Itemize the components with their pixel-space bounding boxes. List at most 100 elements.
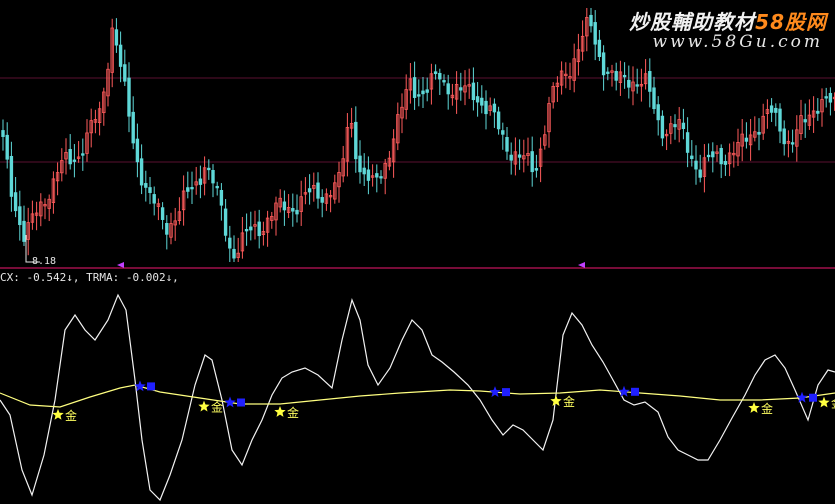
candle-body — [828, 92, 833, 103]
signal-star-icon — [618, 385, 630, 397]
signal-gold: 金 — [198, 400, 223, 415]
candle-body — [656, 104, 660, 121]
series-line-cx — [0, 293, 835, 502]
signal-blue — [618, 385, 639, 397]
candle-body — [606, 71, 610, 74]
signal-label: 金 — [287, 405, 299, 420]
signal-star-icon — [274, 406, 286, 417]
candle-body — [114, 29, 119, 46]
signal-star-icon — [489, 386, 501, 397]
candle-body — [438, 72, 442, 80]
candle-body — [757, 131, 761, 135]
signal-blue — [489, 386, 510, 397]
signal-blue-box — [147, 382, 155, 391]
signal-star-icon — [818, 396, 830, 408]
candle-body — [471, 82, 476, 101]
signal-gold: 金 — [748, 401, 773, 416]
series-line-trma — [0, 384, 835, 408]
candle-body — [774, 107, 778, 113]
candle-body — [412, 77, 417, 98]
grid-lines — [0, 77, 835, 163]
candle-body — [211, 169, 215, 184]
price-low-label: 8.18 — [32, 256, 57, 267]
candle-body — [160, 207, 165, 220]
candle-body — [228, 237, 232, 249]
marker-triangle — [117, 262, 124, 268]
signal-star-icon — [224, 396, 236, 408]
signal-blue-box — [809, 393, 817, 402]
signal-gold: 金 — [818, 396, 835, 411]
candle-body — [723, 161, 728, 165]
candle-body — [9, 155, 14, 197]
candle-body — [366, 169, 371, 181]
candle-body — [685, 132, 690, 153]
candle-body — [13, 192, 18, 212]
candle-body — [282, 201, 287, 211]
signal-blue-box — [502, 388, 510, 397]
candle-body — [778, 108, 782, 132]
candle-body — [614, 70, 618, 81]
candle-body — [123, 64, 127, 82]
signal-blue-box — [631, 387, 639, 396]
signal-label: 金 — [211, 400, 223, 415]
candle-body — [475, 96, 480, 103]
candle-body — [127, 77, 131, 117]
candle-body — [320, 197, 324, 203]
signal-blue — [224, 396, 245, 408]
candle-body — [81, 153, 85, 156]
candle-body — [433, 71, 438, 75]
signal-label: 金 — [65, 408, 77, 423]
candle-body — [207, 167, 211, 171]
candle-body — [706, 154, 711, 158]
candle-body — [18, 206, 22, 226]
candle-body — [769, 105, 774, 113]
indicator-lines — [0, 293, 835, 502]
candle-body — [673, 124, 677, 128]
candle-body — [295, 209, 299, 215]
candle-body — [5, 134, 9, 160]
candle-body — [501, 130, 505, 135]
candle-body — [118, 44, 123, 67]
candle-body — [152, 194, 156, 204]
watermark-url: www.58Gu.com — [652, 32, 823, 52]
watermark-title-accent: 58股网 — [755, 10, 827, 34]
candle-body — [148, 187, 152, 193]
watermark-title: 炒股輔助教材58股网 — [629, 6, 827, 35]
candle-body — [459, 87, 463, 91]
candle-body — [484, 100, 488, 115]
candle-body — [660, 115, 665, 139]
candle-body — [354, 121, 358, 160]
candle-body — [694, 160, 698, 170]
candle-body — [425, 89, 429, 93]
candle-body — [530, 151, 534, 173]
candle-body — [190, 187, 194, 190]
candle-body — [719, 147, 723, 165]
candle-body — [622, 74, 627, 78]
candle-body — [139, 158, 144, 186]
candle-body — [816, 110, 820, 114]
signal-gold: 金 — [274, 405, 299, 420]
candle-body — [803, 119, 807, 123]
candle-body — [517, 154, 522, 158]
candle-body — [442, 80, 446, 83]
candle-body — [593, 22, 597, 45]
candle-body — [165, 223, 169, 235]
candle-body — [362, 167, 366, 175]
signal-blue-box — [237, 398, 245, 407]
candle-body — [421, 90, 425, 95]
candle-body — [690, 155, 694, 159]
signal-label: 金 — [761, 401, 773, 416]
candle-body — [589, 14, 593, 27]
candle-body — [601, 52, 606, 76]
candle-body — [219, 190, 224, 206]
candle-body — [72, 159, 77, 162]
candle-body — [744, 137, 749, 142]
candle-body — [316, 182, 320, 199]
candle-body — [223, 208, 228, 236]
signal-label: 金 — [831, 396, 835, 411]
candle-body — [635, 84, 639, 87]
candle-body — [824, 96, 828, 99]
signal-star-icon — [796, 391, 808, 403]
signal-star-icon — [550, 395, 562, 406]
indicator-status-line: CX: -0.542↓, TRMA: -0.002↓, — [0, 271, 179, 284]
